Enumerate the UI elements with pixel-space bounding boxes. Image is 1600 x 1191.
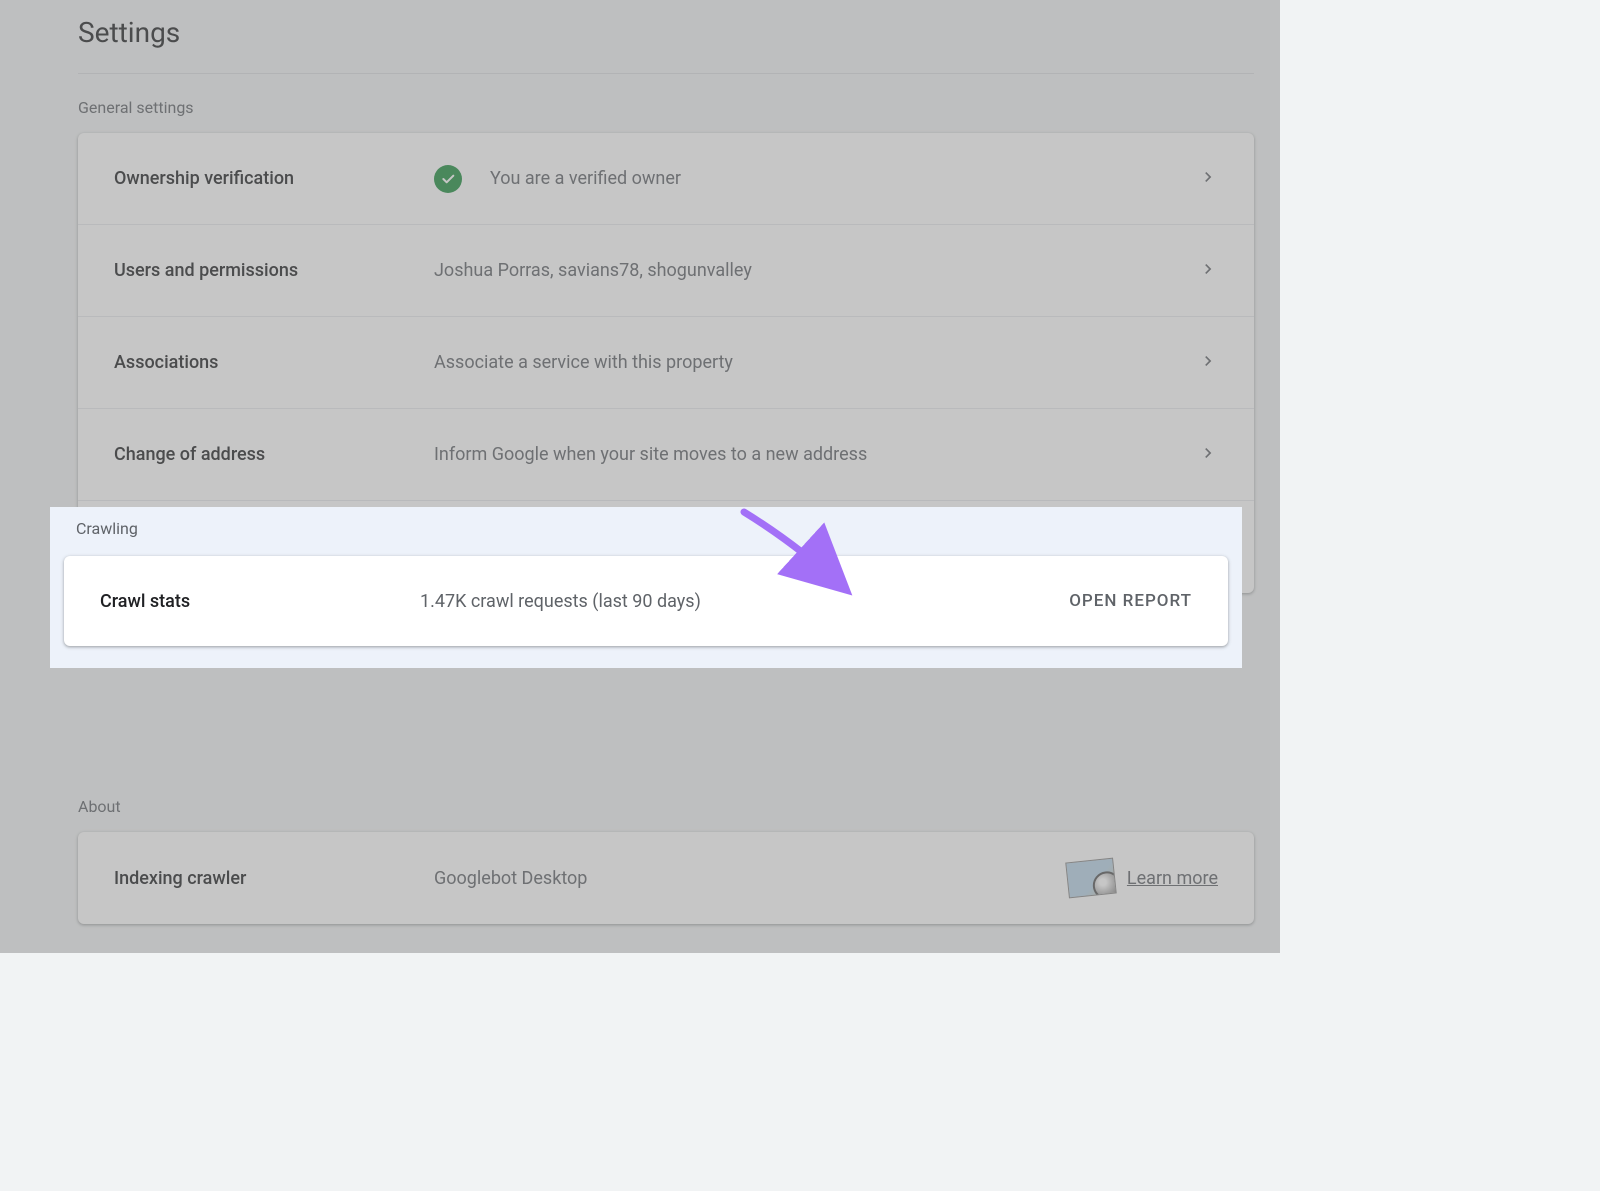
row-indexing-crawler[interactable]: Indexing crawler Googlebot Desktop Learn… — [78, 832, 1254, 924]
section-header-general: General settings — [78, 98, 1254, 117]
about-card: Indexing crawler Googlebot Desktop Learn… — [78, 832, 1254, 924]
row-value-crawl-stats: 1.47K crawl requests (last 90 days) — [420, 591, 1069, 612]
row-value-users: Joshua Porras, savians78, shogunvalley — [434, 260, 1198, 281]
row-label-address: Change of address — [114, 444, 434, 465]
chevron-right-icon — [1198, 351, 1218, 375]
row-value-ownership: You are a verified owner — [434, 165, 1198, 193]
row-label-crawl-stats: Crawl stats — [100, 591, 420, 612]
chevron-right-icon — [1198, 443, 1218, 467]
row-change-of-address[interactable]: Change of address Inform Google when you… — [78, 409, 1254, 501]
row-users-permissions[interactable]: Users and permissions Joshua Porras, sav… — [78, 225, 1254, 317]
row-value-address: Inform Google when your site moves to a … — [434, 444, 1198, 465]
open-report-button[interactable]: OPEN REPORT — [1069, 591, 1192, 611]
row-label-associations: Associations — [114, 352, 434, 373]
page-title: Settings — [78, 16, 1254, 74]
row-ownership-verification[interactable]: Ownership verification You are a verifie… — [78, 133, 1254, 225]
crawling-card: Crawl stats 1.47K crawl requests (last 9… — [64, 556, 1228, 646]
row-crawl-stats[interactable]: Crawl stats 1.47K crawl requests (last 9… — [64, 556, 1228, 646]
row-value-associations: Associate a service with this property — [434, 352, 1198, 373]
thumbnail-image-icon — [1065, 858, 1117, 899]
chevron-right-icon — [1198, 259, 1218, 283]
section-header-about: About — [78, 797, 1254, 816]
ownership-status-text: You are a verified owner — [490, 168, 681, 189]
chevron-right-icon — [1198, 167, 1218, 191]
row-value-indexing: Googlebot Desktop — [434, 868, 1067, 889]
settings-container: Settings General settings Ownership veri… — [0, 0, 1280, 924]
row-label-ownership: Ownership verification — [114, 168, 434, 189]
row-associations[interactable]: Associations Associate a service with th… — [78, 317, 1254, 409]
learn-more-link[interactable]: Learn more — [1127, 868, 1218, 889]
row-label-indexing: Indexing crawler — [114, 868, 434, 889]
crawling-highlight-section: Crawling Crawl stats 1.47K crawl request… — [50, 507, 1242, 668]
verified-check-icon — [434, 165, 462, 193]
section-header-crawling: Crawling — [76, 519, 1228, 538]
row-label-users: Users and permissions — [114, 260, 434, 281]
